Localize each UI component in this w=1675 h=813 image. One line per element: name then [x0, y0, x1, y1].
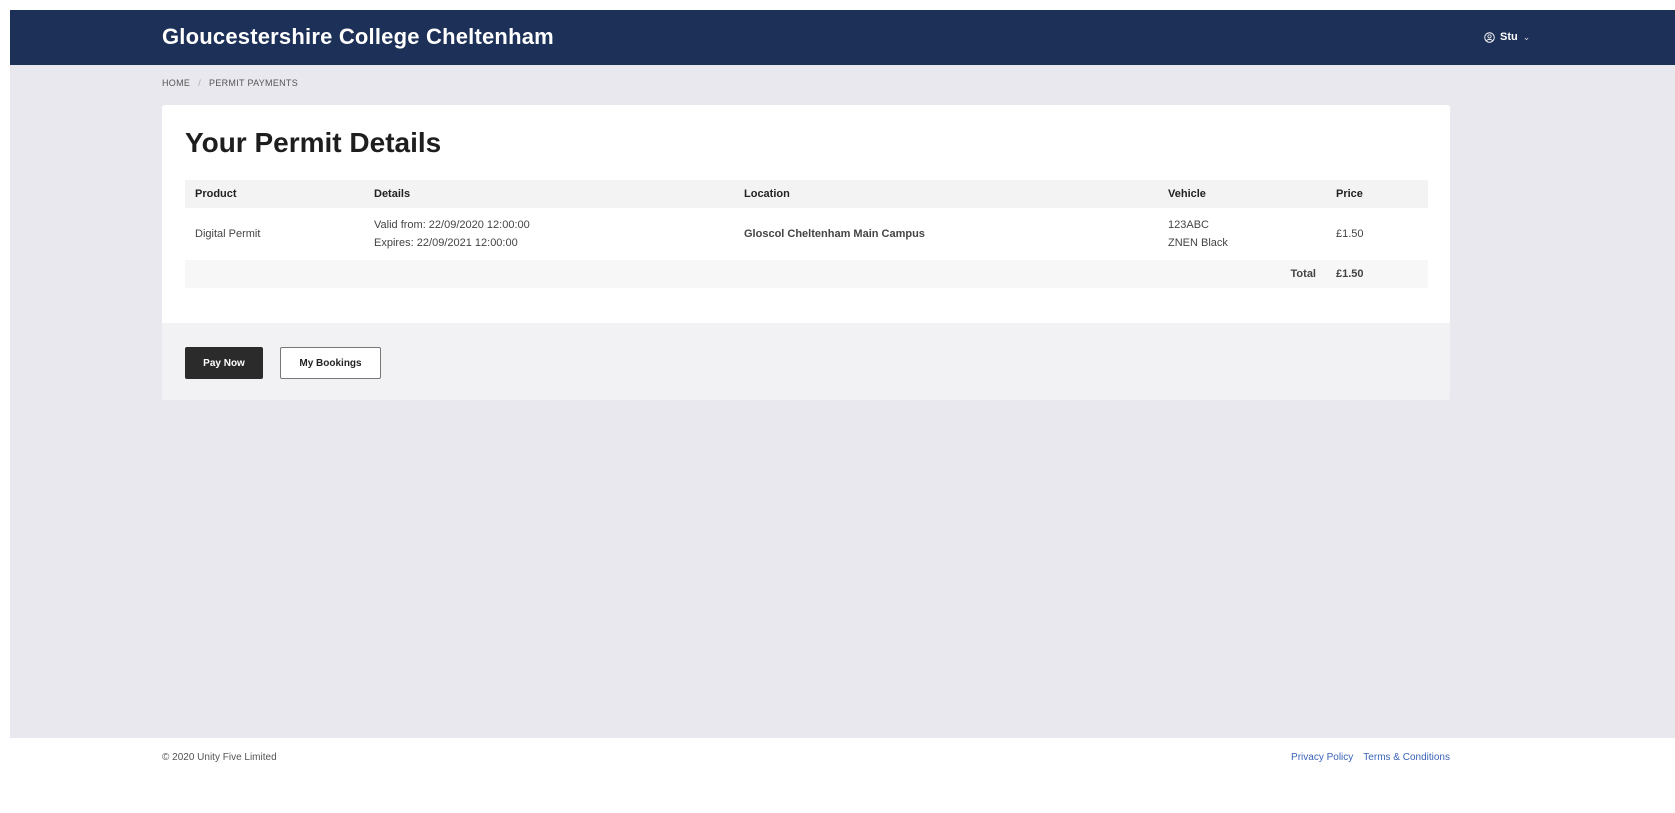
terms-conditions-link[interactable]: Terms & Conditions	[1363, 752, 1450, 763]
total-spacer	[364, 260, 734, 288]
column-header-product: Product	[185, 180, 364, 208]
vehicle-description: ZNEN Black	[1168, 237, 1228, 249]
user-menu[interactable]: Stu ⌄	[1484, 31, 1530, 43]
total-value: £1.50	[1326, 260, 1428, 288]
breadcrumb: HOME / PERMIT PAYMENTS	[162, 78, 298, 88]
column-header-details: Details	[364, 180, 734, 208]
my-bookings-button[interactable]: My Bookings	[280, 347, 381, 379]
column-header-location: Location	[734, 180, 1158, 208]
breadcrumb-current: PERMIT PAYMENTS	[209, 78, 299, 88]
copyright-text: © 2020 Unity Five Limited	[162, 752, 277, 763]
page-title: Your Permit Details	[185, 127, 442, 158]
card-body: Your Permit Details Product Details Loca…	[162, 105, 1450, 323]
top-navbar: Gloucestershire College Cheltenham Stu ⌄	[10, 10, 1675, 65]
total-row: Total £1.50	[185, 260, 1428, 288]
total-spacer	[734, 260, 1158, 288]
app-frame: Gloucestershire College Cheltenham Stu ⌄…	[10, 10, 1675, 813]
total-label: Total	[1158, 260, 1326, 288]
permit-table: Product Details Location Vehicle Price D…	[185, 180, 1428, 288]
privacy-policy-link[interactable]: Privacy Policy	[1291, 752, 1353, 763]
expires-text: Expires: 22/09/2021 12:00:00	[374, 237, 518, 249]
price-cell: £1.50	[1336, 228, 1364, 240]
location-cell: Gloscol Cheltenham Main Campus	[744, 228, 925, 240]
vehicle-cell: 123ABC ZNEN Black	[1158, 208, 1326, 260]
permit-details-card: Your Permit Details Product Details Loca…	[162, 105, 1450, 400]
vehicle-registration: 123ABC	[1168, 219, 1209, 231]
chevron-down-icon: ⌄	[1522, 31, 1531, 42]
site-brand[interactable]: Gloucestershire College Cheltenham	[162, 24, 554, 50]
user-name: Stu	[1500, 31, 1518, 43]
card-actions: Pay Now My Bookings	[162, 323, 1450, 400]
footer-links: Privacy Policy Terms & Conditions	[1291, 752, 1450, 763]
table-row: Digital Permit Valid from: 22/09/2020 12…	[185, 208, 1428, 260]
column-header-vehicle: Vehicle	[1158, 180, 1326, 208]
user-circle-icon	[1484, 31, 1495, 43]
breadcrumb-home[interactable]: HOME	[162, 78, 190, 88]
breadcrumb-separator: /	[198, 78, 202, 88]
pay-now-button[interactable]: Pay Now	[185, 347, 263, 379]
details-cell: Valid from: 22/09/2020 12:00:00 Expires:…	[364, 208, 734, 260]
table-header-row: Product Details Location Vehicle Price	[185, 180, 1428, 208]
product-cell: Digital Permit	[195, 228, 261, 240]
column-header-price: Price	[1326, 180, 1428, 208]
page-footer: © 2020 Unity Five Limited Privacy Policy…	[10, 738, 1675, 813]
valid-from-text: Valid from: 22/09/2020 12:00:00	[374, 219, 530, 231]
total-spacer	[185, 260, 364, 288]
